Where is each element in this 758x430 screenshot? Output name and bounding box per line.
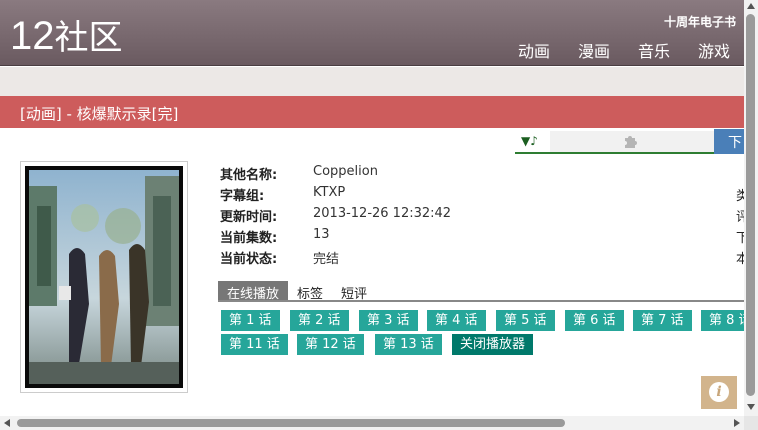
episode-button[interactable]: 第 5 话 — [496, 310, 555, 331]
episode-button[interactable]: 第 2 话 — [290, 310, 349, 331]
ebook-link[interactable]: 十周年电子书 — [664, 13, 736, 30]
tab-online-play[interactable]: 在线播放 — [218, 281, 289, 302]
episode-button[interactable]: 第 6 话 — [565, 310, 624, 331]
main-nav: 动画 漫画 音乐 游戏 — [518, 38, 730, 62]
site-logo[interactable]: 12社区 — [10, 16, 123, 58]
episode-button[interactable]: 第 7 话 — [633, 310, 692, 331]
scroll-right-icon[interactable] — [734, 419, 740, 427]
scroll-up-icon[interactable] — [747, 3, 755, 9]
tab-tags[interactable]: 标签 — [288, 281, 332, 302]
scroll-left-icon[interactable] — [4, 419, 10, 427]
nav-anime[interactable]: 动画 — [518, 38, 550, 62]
download-button[interactable]: 下 — [714, 129, 744, 154]
close-player-button[interactable]: 关闭播放器 — [452, 334, 534, 355]
episode-button[interactable]: 第 1 话 — [221, 310, 280, 331]
info-row: 字幕组: KTXP — [220, 185, 346, 204]
site-header: 12社区 十周年电子书 动画 漫画 音乐 游戏 — [0, 0, 744, 66]
sub-header-band — [0, 67, 744, 96]
info-row: 当前状态: 完结 — [220, 252, 340, 267]
info-row: 当前集数: 13 — [220, 227, 330, 246]
episode-button[interactable]: 第 4 话 — [427, 310, 486, 331]
episode-button[interactable]: 第 13 话 — [375, 334, 442, 355]
info-row: 更新时间: 2013-12-26 12:32:42 — [220, 206, 452, 225]
vertical-scroll-thumb[interactable] — [746, 14, 755, 396]
episode-button[interactable]: 第 3 话 — [359, 310, 418, 331]
info-row: 其他名称: Coppelion — [220, 164, 378, 183]
episode-button[interactable]: 第 11 话 — [221, 334, 288, 355]
vertical-scrollbar[interactable] — [744, 0, 758, 416]
nav-manga[interactable]: 漫画 — [578, 38, 610, 62]
page-title: [动画] - 核爆默示录[完] — [20, 105, 179, 123]
music-icon[interactable]: ▼♪ — [521, 134, 538, 148]
puzzle-icon — [625, 136, 637, 148]
tab-short-reviews[interactable]: 短评 — [332, 281, 376, 302]
info-icon: i — [709, 382, 729, 402]
info-list: 其他名称: Coppelion 字幕组: KTXP 更新时间: 2013-12-26 … — [220, 164, 451, 269]
page-title-bar: [动画] - 核爆默示录[完] — [0, 96, 744, 128]
horizontal-scrollbar[interactable] — [0, 416, 744, 430]
poster-image — [25, 166, 183, 388]
episode-button[interactable]: 第 8 话 — [701, 310, 744, 331]
plugin-placeholder[interactable] — [550, 131, 714, 152]
horizontal-scroll-thumb[interactable] — [17, 419, 565, 427]
player-strip: ▼♪ — [515, 131, 714, 154]
tab-bar: 在线播放 标签 短评 — [218, 281, 744, 302]
info-button[interactable]: i — [701, 376, 737, 409]
nav-music[interactable]: 音乐 — [638, 38, 670, 62]
episode-button[interactable]: 第 12 话 — [297, 334, 364, 355]
scrollbar-corner — [744, 416, 758, 430]
nav-games[interactable]: 游戏 — [698, 38, 730, 62]
poster-frame — [20, 161, 188, 393]
scroll-down-icon[interactable] — [747, 404, 755, 410]
